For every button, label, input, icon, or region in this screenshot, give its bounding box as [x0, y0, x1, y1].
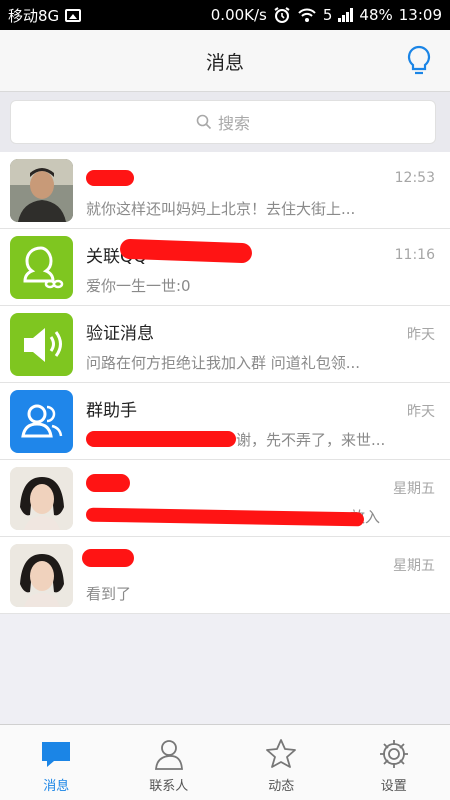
- conversation-time: 昨天: [407, 404, 435, 420]
- tab-label: 消息: [43, 779, 70, 794]
- conversation-time: 11:16: [394, 247, 435, 263]
- conversation-row[interactable]: 星期五 放入: [0, 460, 450, 537]
- conversation-time: 12:53: [394, 170, 435, 186]
- conversation-row[interactable]: 关联QQ 11:16 爱你一生一世:0: [0, 229, 450, 306]
- bottom-tab-bar: 消息 联系人 动态 设置: [0, 724, 450, 800]
- conversation-time: 星期五: [393, 481, 435, 497]
- tab-label: 设置: [380, 779, 407, 794]
- avatar: [10, 236, 73, 299]
- conversation-row[interactable]: 星期五 看到了: [0, 537, 450, 614]
- tab-label: 联系人: [149, 779, 189, 794]
- conversation-preview: 问路在何方拒绝让我加入群 问道礼包领...: [86, 354, 361, 372]
- conversation-time: 昨天: [407, 327, 435, 343]
- conversation-name: 群助手: [86, 401, 137, 421]
- alarm-icon: [274, 7, 290, 23]
- tab-label: 动态: [268, 779, 295, 794]
- lightbulb-icon[interactable]: [404, 44, 434, 78]
- signal-icon: [338, 8, 354, 22]
- avatar: [10, 159, 73, 222]
- tab-feed[interactable]: 动态: [225, 725, 338, 800]
- tab-settings[interactable]: 设置: [338, 725, 450, 800]
- contacts-icon: [154, 740, 183, 770]
- title-bar: 消息: [0, 30, 450, 92]
- battery-label: 48%: [359, 6, 393, 24]
- conversation-time: 星期五: [393, 558, 435, 574]
- conversation-preview: 爱你一生一世:0: [86, 277, 191, 295]
- redaction-mark: [86, 170, 134, 186]
- carrier-label: 移动8G: [8, 6, 60, 25]
- conversation-row[interactable]: 群助手 昨天 谢，先不弄了，来世...: [0, 383, 450, 460]
- clock: 13:09: [398, 6, 442, 24]
- avatar: [10, 313, 73, 376]
- conversation-preview: 就你这样还叫妈妈上北京！去住大街上...: [86, 200, 356, 218]
- avatar: [10, 390, 73, 453]
- redaction-mark: [86, 431, 236, 447]
- search-icon: [196, 114, 212, 130]
- redaction-mark: [86, 474, 130, 492]
- image-notification-icon: [65, 8, 82, 22]
- gear-icon: [379, 740, 408, 768]
- conversation-row[interactable]: 验证消息 昨天 问路在何方拒绝让我加入群 问道礼包领...: [0, 306, 450, 383]
- avatar: [10, 544, 73, 607]
- redaction-mark: [82, 549, 134, 567]
- sim-slot-label: 5: [322, 6, 333, 24]
- search-bar[interactable]: 搜索: [10, 100, 436, 144]
- search-placeholder: 搜索: [217, 114, 250, 133]
- conversation-list: 12:53 就你这样还叫妈妈上北京！去住大街上... 关联QQ 11:16 爱你…: [0, 152, 450, 614]
- network-speed: 0.00K/s: [210, 6, 267, 24]
- search-area: 搜索: [0, 92, 450, 152]
- status-bar: 移动8G 0.00K/s 5 48% 13:09: [0, 0, 450, 30]
- conversation-preview: 看到了: [86, 585, 132, 603]
- page-title: 消息: [205, 52, 244, 74]
- conversation-row[interactable]: 12:53 就你这样还叫妈妈上北京！去住大街上...: [0, 152, 450, 229]
- conversation-name: 验证消息: [86, 324, 154, 344]
- tab-contacts[interactable]: 联系人: [113, 725, 226, 800]
- wifi-icon: [298, 8, 316, 22]
- chat-icon: [42, 742, 71, 767]
- avatar: [10, 467, 73, 530]
- tab-messages[interactable]: 消息: [0, 725, 113, 800]
- star-icon: [266, 739, 297, 768]
